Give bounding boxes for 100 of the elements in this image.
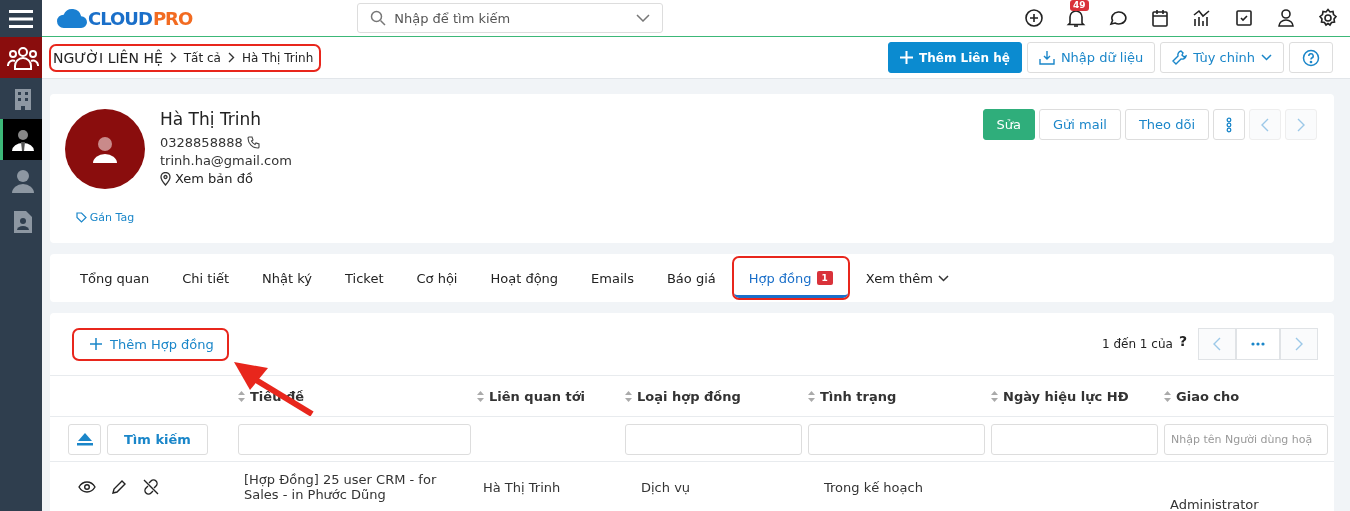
column-header[interactable]: Ngày hiệu lực HĐ bbox=[1003, 388, 1129, 404]
toolbar-button[interactable] bbox=[1234, 8, 1254, 28]
download-icon bbox=[1038, 50, 1055, 65]
caret-icon bbox=[1261, 54, 1272, 61]
tab[interactable]: Hoạt động bbox=[475, 258, 574, 298]
help-icon bbox=[1302, 48, 1320, 67]
help-button[interactable] bbox=[1289, 42, 1333, 73]
tab[interactable]: Nhật ký bbox=[247, 258, 327, 298]
chevron-left-icon bbox=[1213, 337, 1221, 351]
filter-field[interactable] bbox=[625, 423, 802, 455]
more-button[interactable] bbox=[1213, 109, 1245, 140]
people-icon bbox=[6, 44, 39, 71]
chat-icon bbox=[1108, 8, 1128, 28]
contact-icon bbox=[9, 127, 36, 152]
tab[interactable]: Hợp đồng 1 bbox=[733, 258, 848, 298]
column-header[interactable]: Tình trạng bbox=[820, 388, 897, 404]
import-button[interactable]: Nhập dữ liệu bbox=[1026, 42, 1156, 73]
tab[interactable]: Xem thêm bbox=[850, 258, 964, 298]
edit-icon[interactable] bbox=[112, 480, 126, 494]
sort-icon[interactable] bbox=[808, 390, 815, 402]
tab[interactable]: Tổng quan bbox=[65, 258, 165, 298]
filter-field[interactable] bbox=[808, 423, 985, 455]
dots-icon bbox=[1251, 342, 1265, 346]
column-header[interactable]: Liên quan tới bbox=[489, 388, 586, 404]
chevron-icon bbox=[227, 52, 235, 63]
chevron-icon bbox=[169, 52, 177, 63]
search-icon bbox=[370, 10, 387, 26]
toolbar-button[interactable] bbox=[1192, 8, 1212, 28]
column-header[interactable]: Loại hợp đồng bbox=[637, 388, 741, 404]
email-address: trinh.ha@gmail.com bbox=[160, 153, 292, 168]
person-icon bbox=[11, 168, 34, 193]
user-icon bbox=[1276, 8, 1296, 28]
add-contact-button[interactable]: Thêm Liên hệ bbox=[888, 42, 1022, 73]
tag-icon bbox=[75, 212, 87, 223]
filter-field[interactable]: Nhập tên Người dùng hoặ bbox=[1164, 423, 1328, 455]
caret-icon[interactable] bbox=[636, 14, 651, 22]
toolbar-button[interactable] bbox=[1318, 8, 1338, 28]
plus-icon bbox=[900, 51, 914, 64]
filter-field[interactable] bbox=[238, 423, 471, 455]
toolbar-button[interactable] bbox=[1024, 8, 1044, 28]
chevron-left-icon bbox=[1261, 117, 1269, 132]
document-icon bbox=[13, 210, 32, 233]
toolbar-button[interactable] bbox=[1108, 8, 1128, 28]
clear-filter-button[interactable] bbox=[68, 423, 101, 455]
phone-icon[interactable] bbox=[246, 136, 260, 149]
tab[interactable]: Emails bbox=[576, 258, 649, 298]
map-link[interactable]: Xem bản đồ bbox=[175, 171, 253, 186]
view-icon[interactable] bbox=[78, 481, 96, 493]
calendar-icon bbox=[1150, 8, 1170, 28]
sidebar-item[interactable] bbox=[0, 119, 42, 160]
action-button[interactable]: Theo dõi bbox=[1124, 109, 1209, 140]
sort-icon[interactable] bbox=[477, 390, 484, 402]
settings-icon bbox=[1318, 8, 1338, 28]
dots-icon bbox=[1226, 116, 1232, 133]
toolbar-button[interactable] bbox=[1066, 8, 1086, 28]
phone-number: 0328858888 bbox=[160, 135, 243, 150]
add-contract-button[interactable]: Thêm Hợp đồng bbox=[74, 329, 227, 359]
sort-icon[interactable] bbox=[625, 390, 632, 402]
menu-icon bbox=[9, 8, 33, 29]
sidebar-item[interactable] bbox=[0, 37, 42, 78]
breadcrumb-link[interactable]: Hà Thị Trinh bbox=[241, 50, 314, 65]
assign-tag-link[interactable]: Gán Tag bbox=[89, 211, 135, 224]
building-icon bbox=[13, 87, 32, 110]
pagination-text: 1 đến 1 của bbox=[1102, 337, 1173, 351]
tab[interactable]: Chi tiết bbox=[167, 258, 245, 298]
table-cell: Dịch vụ bbox=[641, 479, 691, 495]
chevron-right-icon bbox=[1297, 117, 1305, 132]
toolbar-button[interactable] bbox=[1150, 8, 1170, 28]
chevron-right-icon bbox=[1295, 337, 1303, 351]
breadcrumb-link[interactable]: NGƯỜI LIÊN HỆ bbox=[53, 49, 163, 66]
sort-icon[interactable] bbox=[1164, 390, 1171, 402]
unlink-icon[interactable] bbox=[142, 478, 160, 496]
contact-name: Hà Thị Trinh bbox=[160, 109, 263, 129]
wrench-icon bbox=[1172, 50, 1188, 65]
table-cell-text: [Hợp Đồng] 25 user CRM - for Sales - in Phước Dũng bbox=[244, 472, 438, 502]
tab[interactable]: Ticket bbox=[330, 258, 399, 298]
column-header[interactable]: Giao cho bbox=[1176, 388, 1240, 404]
plus-icon bbox=[90, 338, 102, 350]
customize-button[interactable]: Tùy chỉnh bbox=[1160, 42, 1284, 73]
toolbar-button[interactable] bbox=[1276, 8, 1296, 28]
tab[interactable]: Cơ hội bbox=[401, 258, 473, 298]
tab[interactable]: Báo giá bbox=[651, 258, 731, 298]
count-badge: 1 bbox=[816, 271, 833, 285]
table-cell: Administrator bbox=[1170, 497, 1259, 511]
filter-field[interactable] bbox=[991, 423, 1158, 455]
sort-icon[interactable] bbox=[238, 390, 245, 402]
sort-icon[interactable] bbox=[991, 390, 998, 402]
bell-icon bbox=[1066, 8, 1086, 28]
map-pin-icon bbox=[160, 171, 171, 186]
add-icon bbox=[1024, 8, 1044, 28]
help-mark: ? bbox=[1178, 333, 1187, 349]
chart-icon bbox=[1192, 8, 1212, 28]
notification-count: 49 bbox=[1070, 0, 1089, 11]
logo[interactable]: CLOUDPRO bbox=[57, 7, 193, 29]
search-field[interactable]: Nhập để tìm kiếm bbox=[357, 3, 664, 33]
action-button[interactable]: Gửi mail bbox=[1039, 109, 1121, 140]
table-cell: Hà Thị Trinh bbox=[483, 479, 561, 495]
task-icon bbox=[1234, 8, 1254, 28]
search-button[interactable]: Tìm kiếm bbox=[107, 423, 208, 455]
breadcrumb-link[interactable]: Tất cả bbox=[183, 50, 221, 65]
